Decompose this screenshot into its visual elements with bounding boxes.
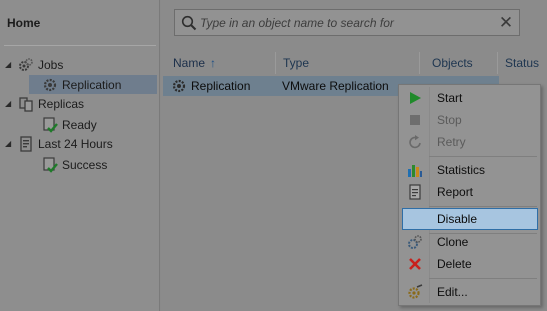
row-name: Replication	[191, 79, 251, 93]
menu-item-label: Retry	[437, 135, 466, 149]
tree-item-last-24-hours[interactable]: ◢ Last 24 Hours	[5, 134, 155, 153]
home-heading: Home	[7, 16, 41, 30]
search-icon	[178, 15, 200, 31]
search-box[interactable]: Type in an object name to search for ✕	[174, 9, 520, 36]
menu-separator	[429, 278, 537, 279]
column-header-objects[interactable]: Objects	[432, 52, 502, 74]
column-divider[interactable]	[419, 52, 420, 74]
navigation-tree-panel: Home ◢ Jobs Replication ◢ Replicas Ready…	[0, 0, 160, 311]
tree-item-label: Jobs	[38, 57, 64, 72]
report-icon	[402, 182, 428, 202]
menu-item-delete[interactable]: Delete	[400, 253, 539, 275]
menu-item-label: Start	[437, 91, 463, 105]
search-input[interactable]: Type in an object name to search for	[200, 16, 493, 30]
stop-icon	[402, 110, 428, 130]
menu-item-label: Report	[437, 185, 474, 199]
menu-separator	[429, 206, 537, 207]
statistics-icon	[402, 160, 428, 180]
menu-item-statistics[interactable]: Statistics	[400, 159, 539, 181]
row-type: VMware Replication	[282, 79, 389, 93]
menu-item-start[interactable]: Start	[400, 87, 539, 109]
menu-item-report[interactable]: Report	[400, 181, 539, 203]
menu-item-stop[interactable]: Stop	[400, 109, 539, 131]
job-gear-icon	[171, 78, 187, 94]
column-header-type[interactable]: Type	[283, 52, 413, 74]
row-name-cell: Replication	[171, 78, 250, 94]
veeam-console: Home ◢ Jobs Replication ◢ Replicas Ready…	[0, 0, 547, 311]
tree-item-success[interactable]: Success	[41, 155, 151, 174]
menu-item-clone[interactable]: Clone	[400, 231, 539, 253]
column-label: Objects	[432, 56, 473, 70]
edit-icon	[402, 282, 428, 302]
replicas-icon	[17, 96, 35, 112]
tree-item-ready[interactable]: Ready	[41, 115, 151, 134]
column-divider[interactable]	[497, 52, 498, 74]
tree-item-replication[interactable]: Replication	[29, 75, 157, 94]
menu-item-label: Statistics	[437, 163, 486, 177]
menu-item-label: Stop	[437, 113, 462, 127]
tree-item-replicas[interactable]: ◢ Replicas	[5, 94, 155, 113]
clear-search-icon[interactable]: ✕	[493, 13, 519, 33]
last24-icon	[17, 135, 35, 152]
home-divider	[4, 45, 156, 46]
delete-icon	[402, 254, 428, 274]
menu-item-label: Disable	[437, 212, 478, 226]
column-header-name[interactable]: Name ↑	[173, 52, 281, 74]
menu-item-disable[interactable]: Disable	[402, 208, 538, 230]
clone-icon	[402, 232, 428, 252]
tree-item-label: Replication	[62, 77, 122, 92]
column-header-status[interactable]: Status	[505, 52, 547, 74]
column-label: Type	[283, 56, 310, 70]
expand-arrow-icon[interactable]: ◢	[5, 99, 17, 108]
success-check-icon	[41, 156, 59, 173]
tree-item-jobs[interactable]: ◢ Jobs	[5, 55, 155, 74]
play-icon	[402, 88, 428, 108]
menu-item-label: Clone	[437, 235, 469, 249]
menu-separator	[429, 156, 537, 157]
tree-item-label: Last 24 Hours	[38, 136, 113, 151]
ready-check-icon	[41, 116, 59, 133]
column-label: Name	[173, 56, 206, 70]
replication-gear-icon	[41, 77, 59, 93]
tree-item-label: Ready	[62, 117, 97, 132]
tree-item-label: Replicas	[38, 96, 85, 111]
column-divider[interactable]	[275, 52, 276, 74]
sort-ascending-icon: ↑	[210, 56, 217, 70]
menu-item-edit[interactable]: Edit...	[400, 281, 539, 303]
context-menu: Start Stop Retry Statistics Report Disab…	[398, 84, 541, 306]
expand-arrow-icon[interactable]: ◢	[5, 60, 17, 69]
menu-item-label: Edit...	[437, 285, 468, 299]
column-label: Status	[505, 56, 540, 70]
menu-item-retry[interactable]: Retry	[400, 131, 539, 153]
tree-item-label: Success	[62, 157, 108, 172]
menu-item-label: Delete	[437, 257, 472, 271]
expand-arrow-icon[interactable]: ◢	[5, 139, 17, 148]
jobs-gear-icon	[17, 57, 35, 73]
retry-icon	[402, 132, 428, 152]
